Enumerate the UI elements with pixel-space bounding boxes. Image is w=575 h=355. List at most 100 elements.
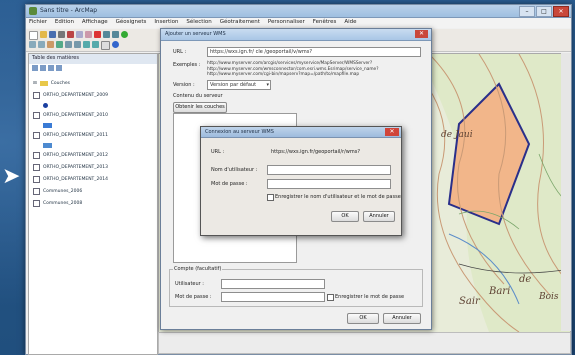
full-extent-icon[interactable] xyxy=(56,41,63,48)
user-input[interactable] xyxy=(221,279,325,289)
paste-icon[interactable] xyxy=(85,31,92,38)
status-bar xyxy=(158,332,571,354)
close-icon[interactable]: ✕ xyxy=(385,128,399,136)
menu-customize[interactable]: Personnaliser xyxy=(265,18,308,26)
layer-checkbox[interactable] xyxy=(33,199,40,207)
layer-label: Couches xyxy=(50,80,70,86)
menu-geoprocessing[interactable]: Géotraitement xyxy=(217,18,263,26)
layer-item[interactable]: ORTHO_DEPARTEMENT_2013 xyxy=(33,161,153,173)
url-input[interactable]: https://wxs.ign.fr/ cle /geoportail/v/wm… xyxy=(207,47,421,57)
cut-icon[interactable] xyxy=(67,31,74,38)
layer-checkbox[interactable] xyxy=(33,175,40,183)
menu-view[interactable]: Affichage xyxy=(79,18,111,26)
layer-item[interactable]: ORTHO_DEPARTEMENT_2011 xyxy=(33,129,153,141)
expand-icon[interactable]: ⊟ xyxy=(33,81,37,86)
identify-icon[interactable] xyxy=(112,41,119,48)
version-label: Version : xyxy=(173,82,195,88)
map-label: de xyxy=(519,274,532,285)
list-by-source-icon[interactable] xyxy=(40,65,46,71)
new-icon[interactable] xyxy=(29,31,38,40)
menu-help[interactable]: Aide xyxy=(341,18,359,26)
ok-button[interactable]: OK xyxy=(331,211,359,222)
chevron-down-icon[interactable]: ▾ xyxy=(266,81,269,89)
layer-checkbox[interactable] xyxy=(33,91,40,99)
menu-bar: Fichier Edition Affichage Géosignets Ins… xyxy=(26,18,571,28)
list-by-visibility-icon[interactable] xyxy=(48,65,54,71)
layer-checkbox[interactable] xyxy=(33,111,40,119)
save-credentials-label: Enregistrer le nom d'utilisateur et le m… xyxy=(275,194,401,200)
layer-checkbox[interactable] xyxy=(33,187,40,195)
layer-checkbox[interactable] xyxy=(33,131,40,139)
open-icon[interactable] xyxy=(40,31,47,38)
fixed-zoom-out-icon[interactable] xyxy=(74,41,81,48)
layer-item[interactable]: Communes_2006 xyxy=(33,185,153,197)
version-select[interactable]: Version par défaut ▾ xyxy=(207,80,271,90)
delete-icon[interactable] xyxy=(94,31,101,38)
url-label: URL : xyxy=(211,149,225,155)
layer-item[interactable]: ORTHO_DEPARTEMENT_2010 xyxy=(33,109,153,121)
password-label: Mot de passe : xyxy=(211,181,248,187)
list-by-drawing-order-icon[interactable] xyxy=(32,65,38,71)
dialog-title: Connexion au serveur WMS xyxy=(205,129,274,135)
menu-edit[interactable]: Edition xyxy=(52,18,77,26)
layer-label: Communes_2006 xyxy=(43,188,83,194)
cancel-button[interactable]: Annuler xyxy=(363,211,395,222)
user-label: Utilisateur : xyxy=(175,281,204,287)
ok-button[interactable]: OK xyxy=(347,313,379,324)
password-input[interactable] xyxy=(267,179,391,189)
layer-checkbox[interactable] xyxy=(33,163,40,171)
url-label: URL : xyxy=(173,49,187,55)
minimize-button[interactable]: – xyxy=(519,6,535,17)
examples-text: http://www.myserver.com/arcgis/services/… xyxy=(207,61,379,77)
close-button[interactable]: ✕ xyxy=(553,6,569,17)
layer-label: Communes_2008 xyxy=(43,200,83,206)
map-label: Sair xyxy=(459,296,480,307)
layer-item[interactable]: ORTHO_DEPARTEMENT_2012 xyxy=(33,149,153,161)
copy-icon[interactable] xyxy=(76,31,83,38)
layer-item[interactable]: ORTHO_DEPARTEMENT_2009 xyxy=(33,89,153,101)
cancel-button[interactable]: Annuler xyxy=(383,313,421,324)
layer-symbol xyxy=(33,141,153,149)
menu-selection[interactable]: Sélection xyxy=(183,18,214,26)
save-credentials-checkbox[interactable] xyxy=(267,194,274,201)
layer-label: ORTHO_DEPARTEMENT_2009 xyxy=(43,92,109,98)
zoom-in-icon[interactable] xyxy=(29,41,36,48)
undo-icon[interactable] xyxy=(103,31,110,38)
pan-icon[interactable] xyxy=(47,41,54,48)
redo-icon[interactable] xyxy=(112,31,119,38)
menu-insert[interactable]: Insertion xyxy=(151,18,181,26)
zoom-out-icon[interactable] xyxy=(38,41,45,48)
examples-label: Exemples : xyxy=(173,62,201,68)
map-label: Bari xyxy=(489,286,511,297)
close-icon[interactable]: ✕ xyxy=(415,30,428,38)
window-title: Sans titre - ArcMap xyxy=(40,7,98,14)
layer-item[interactable]: ORTHO_DEPARTEMENT_2014 xyxy=(33,173,153,185)
username-input[interactable] xyxy=(267,165,391,175)
side-dock[interactable] xyxy=(561,53,571,331)
layer-label: ORTHO_DEPARTEMENT_2010 xyxy=(43,112,109,118)
layer-item[interactable]: Communes_2008 xyxy=(33,197,153,209)
save-password-checkbox[interactable] xyxy=(327,294,334,301)
layer-checkbox[interactable] xyxy=(33,151,40,159)
menu-bookmarks[interactable]: Géosignets xyxy=(113,18,150,26)
layer-group[interactable]: ⊟ Couches xyxy=(33,77,153,89)
maximize-button[interactable]: □ xyxy=(536,6,552,17)
password-input[interactable] xyxy=(221,292,325,302)
menu-windows[interactable]: Fenêtres xyxy=(310,18,340,26)
fixed-zoom-in-icon[interactable] xyxy=(65,41,72,48)
list-by-selection-icon[interactable] xyxy=(56,65,62,71)
map-label: de Jaui xyxy=(441,130,473,140)
save-icon[interactable] xyxy=(49,31,56,38)
get-layers-button[interactable]: Obtenir les couches xyxy=(173,102,227,113)
add-data-icon[interactable] xyxy=(121,31,128,38)
forward-icon[interactable] xyxy=(92,41,99,48)
layer-symbol xyxy=(33,121,153,129)
back-icon[interactable] xyxy=(83,41,90,48)
print-icon[interactable] xyxy=(58,31,65,38)
select-icon[interactable] xyxy=(101,41,110,50)
menu-file[interactable]: Fichier xyxy=(26,18,50,26)
server-content-label: Contenu du serveur xyxy=(173,93,223,99)
layer-symbol xyxy=(33,101,153,109)
app-icon xyxy=(29,7,37,15)
password-label: Mot de passe : xyxy=(175,294,212,300)
